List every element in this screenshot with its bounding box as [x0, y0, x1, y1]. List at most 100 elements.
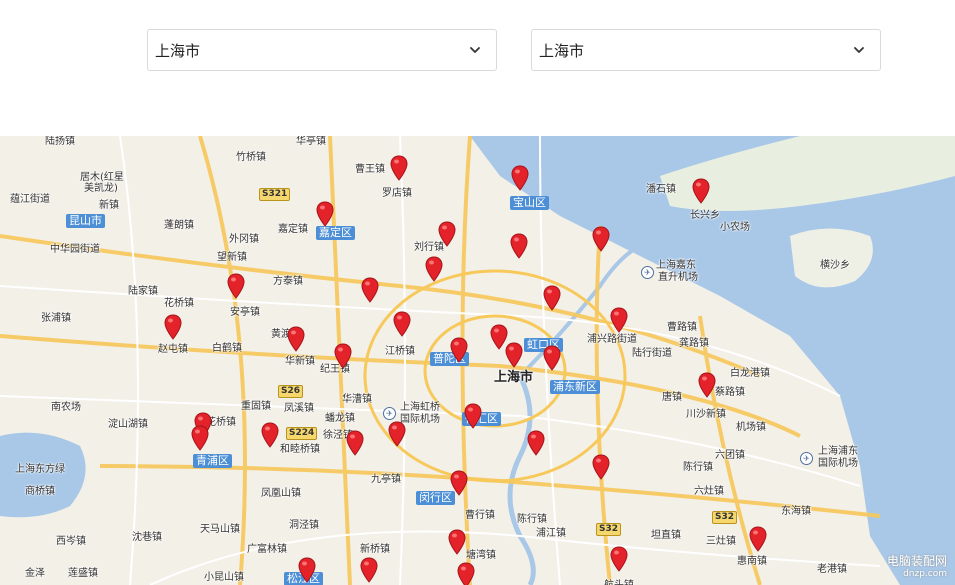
place-label: 曹路镇 [667, 322, 697, 333]
map-marker-icon[interactable] [191, 425, 209, 451]
district-label: 昆山市 [66, 214, 105, 228]
chevron-down-icon [854, 47, 864, 53]
place-label: 华漕镇 [342, 394, 372, 405]
city-select[interactable]: 上海市 [531, 29, 881, 71]
place-label: 美凯龙) [84, 183, 118, 194]
road-badge: S32 [596, 523, 622, 536]
place-label: 南农场 [51, 402, 81, 413]
place-label: 华亭镇 [296, 136, 326, 147]
place-label: 罗店镇 [382, 188, 412, 199]
place-label: 广富林镇 [247, 544, 287, 555]
place-label: 川沙新镇 [686, 409, 726, 420]
chevron-down-icon [470, 47, 480, 53]
place-label: 西岑镇 [56, 536, 86, 547]
place-label: 上海东方绿 [15, 464, 65, 475]
place-label: 上海虹桥 [400, 402, 440, 413]
map-marker-icon[interactable] [592, 226, 610, 252]
map-marker-icon[interactable] [543, 285, 561, 311]
place-label: 潘石镇 [646, 184, 676, 195]
road-badge: S32 [712, 511, 738, 524]
province-select-value: 上海市 [155, 41, 201, 60]
place-label: 陈行镇 [517, 514, 547, 525]
district-label: 青浦区 [193, 454, 232, 468]
map-marker-icon[interactable] [610, 546, 628, 572]
district-label: 浦东新区 [550, 380, 600, 394]
place-label: 竹桥镇 [236, 152, 266, 163]
map-marker-icon[interactable] [505, 342, 523, 368]
map-marker-icon[interactable] [692, 178, 710, 204]
map-marker-icon[interactable] [450, 337, 468, 363]
map-marker-icon[interactable] [511, 165, 529, 191]
map-marker-icon[interactable] [316, 201, 334, 227]
place-label: 陆扬镇 [45, 136, 75, 147]
place-label: 安亭镇 [230, 307, 260, 318]
place-label: 中华园街道 [50, 244, 100, 255]
map-marker-icon[interactable] [425, 256, 443, 282]
map-marker-icon[interactable] [334, 343, 352, 369]
map-marker-icon[interactable] [592, 454, 610, 480]
map-marker-icon[interactable] [457, 562, 475, 585]
map-marker-icon[interactable] [450, 470, 468, 496]
map-marker-icon[interactable] [361, 277, 379, 303]
place-label: 长兴乡 [690, 210, 720, 221]
province-select[interactable]: 上海市 [147, 29, 497, 71]
map-marker-icon[interactable] [448, 529, 466, 555]
place-label: 上海浦东 [818, 446, 858, 457]
place-label: 蟠龙镇 [325, 413, 355, 424]
airport-icon: ✈ [641, 266, 654, 279]
place-label: 浦兴路街道 [587, 334, 637, 345]
map-marker-icon[interactable] [698, 372, 716, 398]
map-marker-icon[interactable] [510, 233, 528, 259]
city-label: 上海市 [494, 370, 534, 385]
map-marker-icon[interactable] [749, 526, 767, 552]
place-label: 陈行镇 [683, 462, 713, 473]
map-marker-icon[interactable] [610, 307, 628, 333]
map-marker-icon[interactable] [164, 314, 182, 340]
map-marker-icon[interactable] [360, 557, 378, 583]
place-label: 和睦桥镇 [280, 444, 320, 455]
place-label: 六团镇 [715, 450, 745, 461]
watermark: 电脑装配网 dnzp.com [887, 555, 947, 581]
place-label: 白鹤镇 [212, 343, 242, 354]
map-marker-icon[interactable] [298, 557, 316, 583]
map-marker-icon[interactable] [464, 403, 482, 429]
place-label: 国际机场 [400, 414, 440, 425]
map-marker-icon[interactable] [390, 155, 408, 181]
place-label: 浦江镇 [536, 528, 566, 539]
map-marker-icon[interactable] [438, 221, 456, 247]
map-marker-icon[interactable] [393, 311, 411, 337]
map-view[interactable]: 陆扬镇 华亭镇 竹桥镇 曹王镇 居木(红星 美凯龙) 罗店镇 潘石镇 蕴江街道 新镇 长兴乡 小农场蓬… [0, 136, 955, 585]
map-marker-icon[interactable] [543, 345, 561, 371]
place-label: 横沙乡 [820, 260, 850, 271]
place-label: 塘湾镇 [466, 550, 496, 561]
place-label: 陆家镇 [128, 286, 158, 297]
airport-icon: ✈ [383, 407, 396, 420]
map-marker-icon[interactable] [287, 326, 305, 352]
road-badge: S224 [286, 427, 318, 440]
place-label: 洞泾镇 [289, 520, 319, 531]
place-label: 九亭镇 [371, 474, 401, 485]
place-label: 赵屯镇 [158, 344, 188, 355]
place-label: 沈巷镇 [132, 532, 162, 543]
place-label: 龚路镇 [679, 338, 709, 349]
place-label: 蔡路镇 [715, 387, 745, 398]
place-label: 方泰镇 [273, 276, 303, 287]
place-label: 三灶镇 [706, 536, 736, 547]
place-label: 凤凰山镇 [261, 488, 301, 499]
map-marker-icon[interactable] [388, 421, 406, 447]
place-label: 江桥镇 [385, 346, 415, 357]
place-label: 老港镇 [817, 564, 847, 575]
place-label: 国际机场 [818, 458, 858, 469]
place-label: 天马山镇 [200, 524, 240, 535]
place-label: 机场镇 [736, 422, 766, 433]
map-marker-icon[interactable] [227, 273, 245, 299]
map-marker-icon[interactable] [346, 430, 364, 456]
place-label: 东海镇 [781, 506, 811, 517]
place-label: 上海嘉东 [656, 260, 696, 271]
place-label: 航头镇 [604, 580, 634, 585]
place-label: 淀山湖镇 [108, 419, 148, 430]
place-label: 嘉定镇 [278, 224, 308, 235]
map-marker-icon[interactable] [527, 430, 545, 456]
place-label: 新镇 [99, 200, 119, 211]
map-marker-icon[interactable] [261, 422, 279, 448]
